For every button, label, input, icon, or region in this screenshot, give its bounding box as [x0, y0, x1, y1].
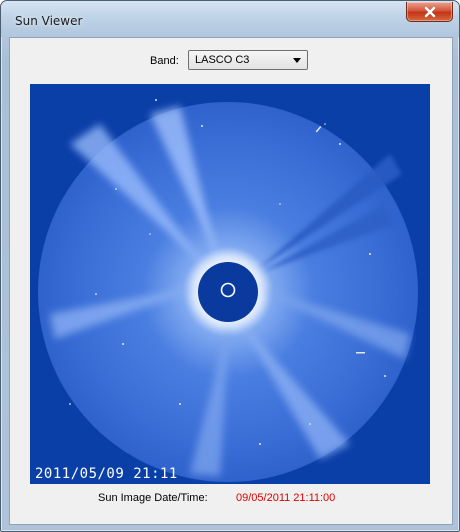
sun-viewer-window: Sun Viewer Band: LASCO C3 2011/05/09 21:… — [0, 0, 460, 532]
image-timestamp: 2011/05/09 21:11 — [35, 466, 178, 482]
band-label: Band: — [150, 55, 179, 67]
band-selected-value: LASCO C3 — [195, 54, 250, 66]
date-time-row: Sun Image Date/Time: 09/05/2011 21:11:00 — [10, 490, 452, 506]
title-bar[interactable]: Sun Viewer — [1, 1, 459, 37]
chevron-down-icon — [293, 58, 301, 63]
close-button[interactable] — [406, 2, 453, 22]
band-select[interactable]: LASCO C3 — [188, 50, 308, 70]
band-row: Band: LASCO C3 — [10, 50, 452, 74]
date-time-label: Sun Image Date/Time: — [98, 492, 208, 504]
coronagraph-image — [30, 84, 430, 484]
client-area: Band: LASCO C3 2011/05/09 21:11 Sun Imag… — [9, 37, 453, 525]
sun-image: 2011/05/09 21:11 — [30, 84, 430, 484]
date-time-value: 09/05/2011 21:11:00 — [236, 492, 336, 504]
window-title: Sun Viewer — [15, 14, 83, 28]
close-icon — [424, 6, 435, 17]
